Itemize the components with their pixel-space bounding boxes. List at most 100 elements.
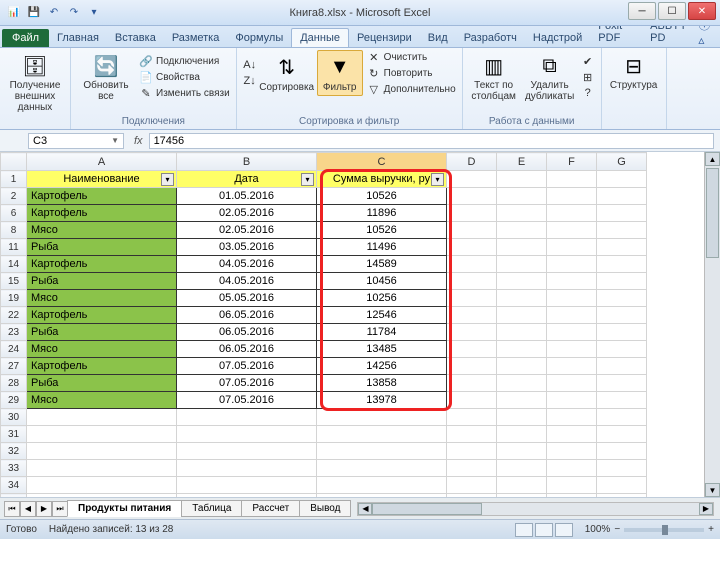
cell-date[interactable]: 06.05.2016: [177, 341, 317, 358]
cell-revenue[interactable]: 13485: [317, 341, 447, 358]
fx-icon[interactable]: fx: [128, 135, 149, 147]
col-header-G[interactable]: G: [597, 153, 647, 171]
formula-input[interactable]: 17456: [149, 133, 714, 149]
cell-name[interactable]: Мясо: [27, 290, 177, 307]
save-icon[interactable]: 💾: [26, 5, 42, 21]
cell-name[interactable]: Мясо: [27, 392, 177, 409]
col-header-corner[interactable]: [1, 153, 27, 171]
undo-icon[interactable]: ↶: [46, 5, 62, 21]
tab-разметка[interactable]: Разметка: [164, 29, 228, 47]
row-header-19[interactable]: 19: [1, 290, 27, 307]
cell-name[interactable]: Картофель: [27, 188, 177, 205]
filter-dropdown-icon[interactable]: ▾: [161, 173, 174, 186]
cell-name[interactable]: Картофель: [27, 358, 177, 375]
cell-revenue[interactable]: 10526: [317, 188, 447, 205]
zoom-in-button[interactable]: +: [708, 524, 714, 535]
tab-формулы[interactable]: Формулы: [227, 29, 291, 47]
cell-revenue[interactable]: 10526: [317, 222, 447, 239]
cell-date[interactable]: 07.05.2016: [177, 375, 317, 392]
scroll-thumb[interactable]: [706, 168, 719, 258]
row-header-29[interactable]: 29: [1, 392, 27, 409]
get-external-data-button[interactable]: 🗄 Получение внешних данных: [6, 50, 64, 115]
cell-date[interactable]: 06.05.2016: [177, 307, 317, 324]
tab-вставка[interactable]: Вставка: [107, 29, 164, 47]
redo-icon[interactable]: ↷: [66, 5, 82, 21]
filter-dropdown-icon[interactable]: ▾: [301, 173, 314, 186]
cell-date[interactable]: 06.05.2016: [177, 324, 317, 341]
edit-links-button[interactable]: ✎Изменить связи: [139, 86, 230, 100]
sort-az-button[interactable]: A↓: [243, 58, 257, 72]
scroll-left-icon[interactable]: ◀: [358, 503, 372, 515]
validation-button[interactable]: ✔: [581, 54, 595, 68]
cell-name[interactable]: Рыба: [27, 273, 177, 290]
cell-date[interactable]: 05.05.2016: [177, 290, 317, 307]
header-revenue[interactable]: Сумма выручки, ру▾: [317, 171, 447, 188]
connections-button[interactable]: 🔗Подключения: [139, 54, 230, 68]
horizontal-scrollbar[interactable]: ◀ ▶: [357, 502, 714, 516]
header-date[interactable]: Дата▾: [177, 171, 317, 188]
sheet-tab[interactable]: Вывод: [299, 500, 351, 517]
text-to-columns-button[interactable]: ▥ Текст по столбцам: [469, 50, 519, 104]
remove-duplicates-button[interactable]: ⧉ Удалить дубликаты: [523, 50, 577, 104]
sheet-nav-first[interactable]: ⏮: [4, 501, 20, 517]
sheet-tab[interactable]: Рассчет: [241, 500, 300, 517]
name-box[interactable]: C3▼: [28, 133, 124, 149]
row-header-24[interactable]: 24: [1, 341, 27, 358]
tab-данные[interactable]: Данные: [291, 28, 349, 47]
properties-button[interactable]: 📄Свойства: [139, 70, 230, 84]
zoom-slider[interactable]: [624, 528, 704, 532]
cell-name[interactable]: Мясо: [27, 341, 177, 358]
cell-name[interactable]: Рыба: [27, 239, 177, 256]
row-header-30[interactable]: 30: [1, 409, 27, 426]
cell-date[interactable]: 03.05.2016: [177, 239, 317, 256]
col-header-A[interactable]: A: [27, 153, 177, 171]
col-header-B[interactable]: B: [177, 153, 317, 171]
row-header-6[interactable]: 6: [1, 205, 27, 222]
tab-разработч[interactable]: Разработч: [456, 29, 525, 47]
zoom-out-button[interactable]: −: [614, 524, 620, 535]
cell-revenue[interactable]: 11784: [317, 324, 447, 341]
col-header-E[interactable]: E: [497, 153, 547, 171]
hscroll-thumb[interactable]: [372, 503, 482, 515]
cell-date[interactable]: 04.05.2016: [177, 256, 317, 273]
tab-главная[interactable]: Главная: [49, 29, 107, 47]
cell-revenue[interactable]: 14256: [317, 358, 447, 375]
view-normal-button[interactable]: [515, 523, 533, 537]
whatif-button[interactable]: ?: [581, 86, 595, 100]
row-header-35[interactable]: 35: [1, 494, 27, 498]
cell-name[interactable]: Рыба: [27, 324, 177, 341]
cell-date[interactable]: 07.05.2016: [177, 392, 317, 409]
reapply-button[interactable]: ↻Повторить: [367, 66, 456, 80]
scroll-up-icon[interactable]: ▲: [705, 152, 720, 166]
cell-name[interactable]: Мясо: [27, 222, 177, 239]
minimize-button[interactable]: ─: [628, 2, 656, 20]
cell-date[interactable]: 02.05.2016: [177, 222, 317, 239]
sort-button[interactable]: ⇅ Сортировка: [261, 50, 313, 96]
col-header-C[interactable]: C: [317, 153, 447, 171]
cell-revenue[interactable]: 10256: [317, 290, 447, 307]
qat-more-icon[interactable]: ▾: [86, 5, 102, 21]
maximize-button[interactable]: ☐: [658, 2, 686, 20]
view-layout-button[interactable]: [535, 523, 553, 537]
filter-dropdown-icon[interactable]: ▾: [431, 173, 444, 186]
row-header-2[interactable]: 2: [1, 188, 27, 205]
tab-вид[interactable]: Вид: [420, 29, 456, 47]
row-header-15[interactable]: 15: [1, 273, 27, 290]
chevron-down-icon[interactable]: ▼: [111, 136, 119, 145]
scroll-right-icon[interactable]: ▶: [699, 503, 713, 515]
cell-revenue[interactable]: 11496: [317, 239, 447, 256]
clear-filter-button[interactable]: ✕Очистить: [367, 50, 456, 64]
row-header-11[interactable]: 11: [1, 239, 27, 256]
tab-надстрой[interactable]: Надстрой: [525, 29, 590, 47]
row-header-33[interactable]: 33: [1, 460, 27, 477]
row-header-28[interactable]: 28: [1, 375, 27, 392]
close-button[interactable]: ✕: [688, 2, 716, 20]
row-header-8[interactable]: 8: [1, 222, 27, 239]
sort-za-button[interactable]: Z↓: [243, 74, 257, 88]
cell-revenue[interactable]: 13858: [317, 375, 447, 392]
sheet-nav-prev[interactable]: ◀: [20, 501, 36, 517]
row-header-31[interactable]: 31: [1, 426, 27, 443]
refresh-all-button[interactable]: 🔄 Обновить все: [77, 50, 135, 104]
col-header-F[interactable]: F: [547, 153, 597, 171]
cell-name[interactable]: Картофель: [27, 205, 177, 222]
